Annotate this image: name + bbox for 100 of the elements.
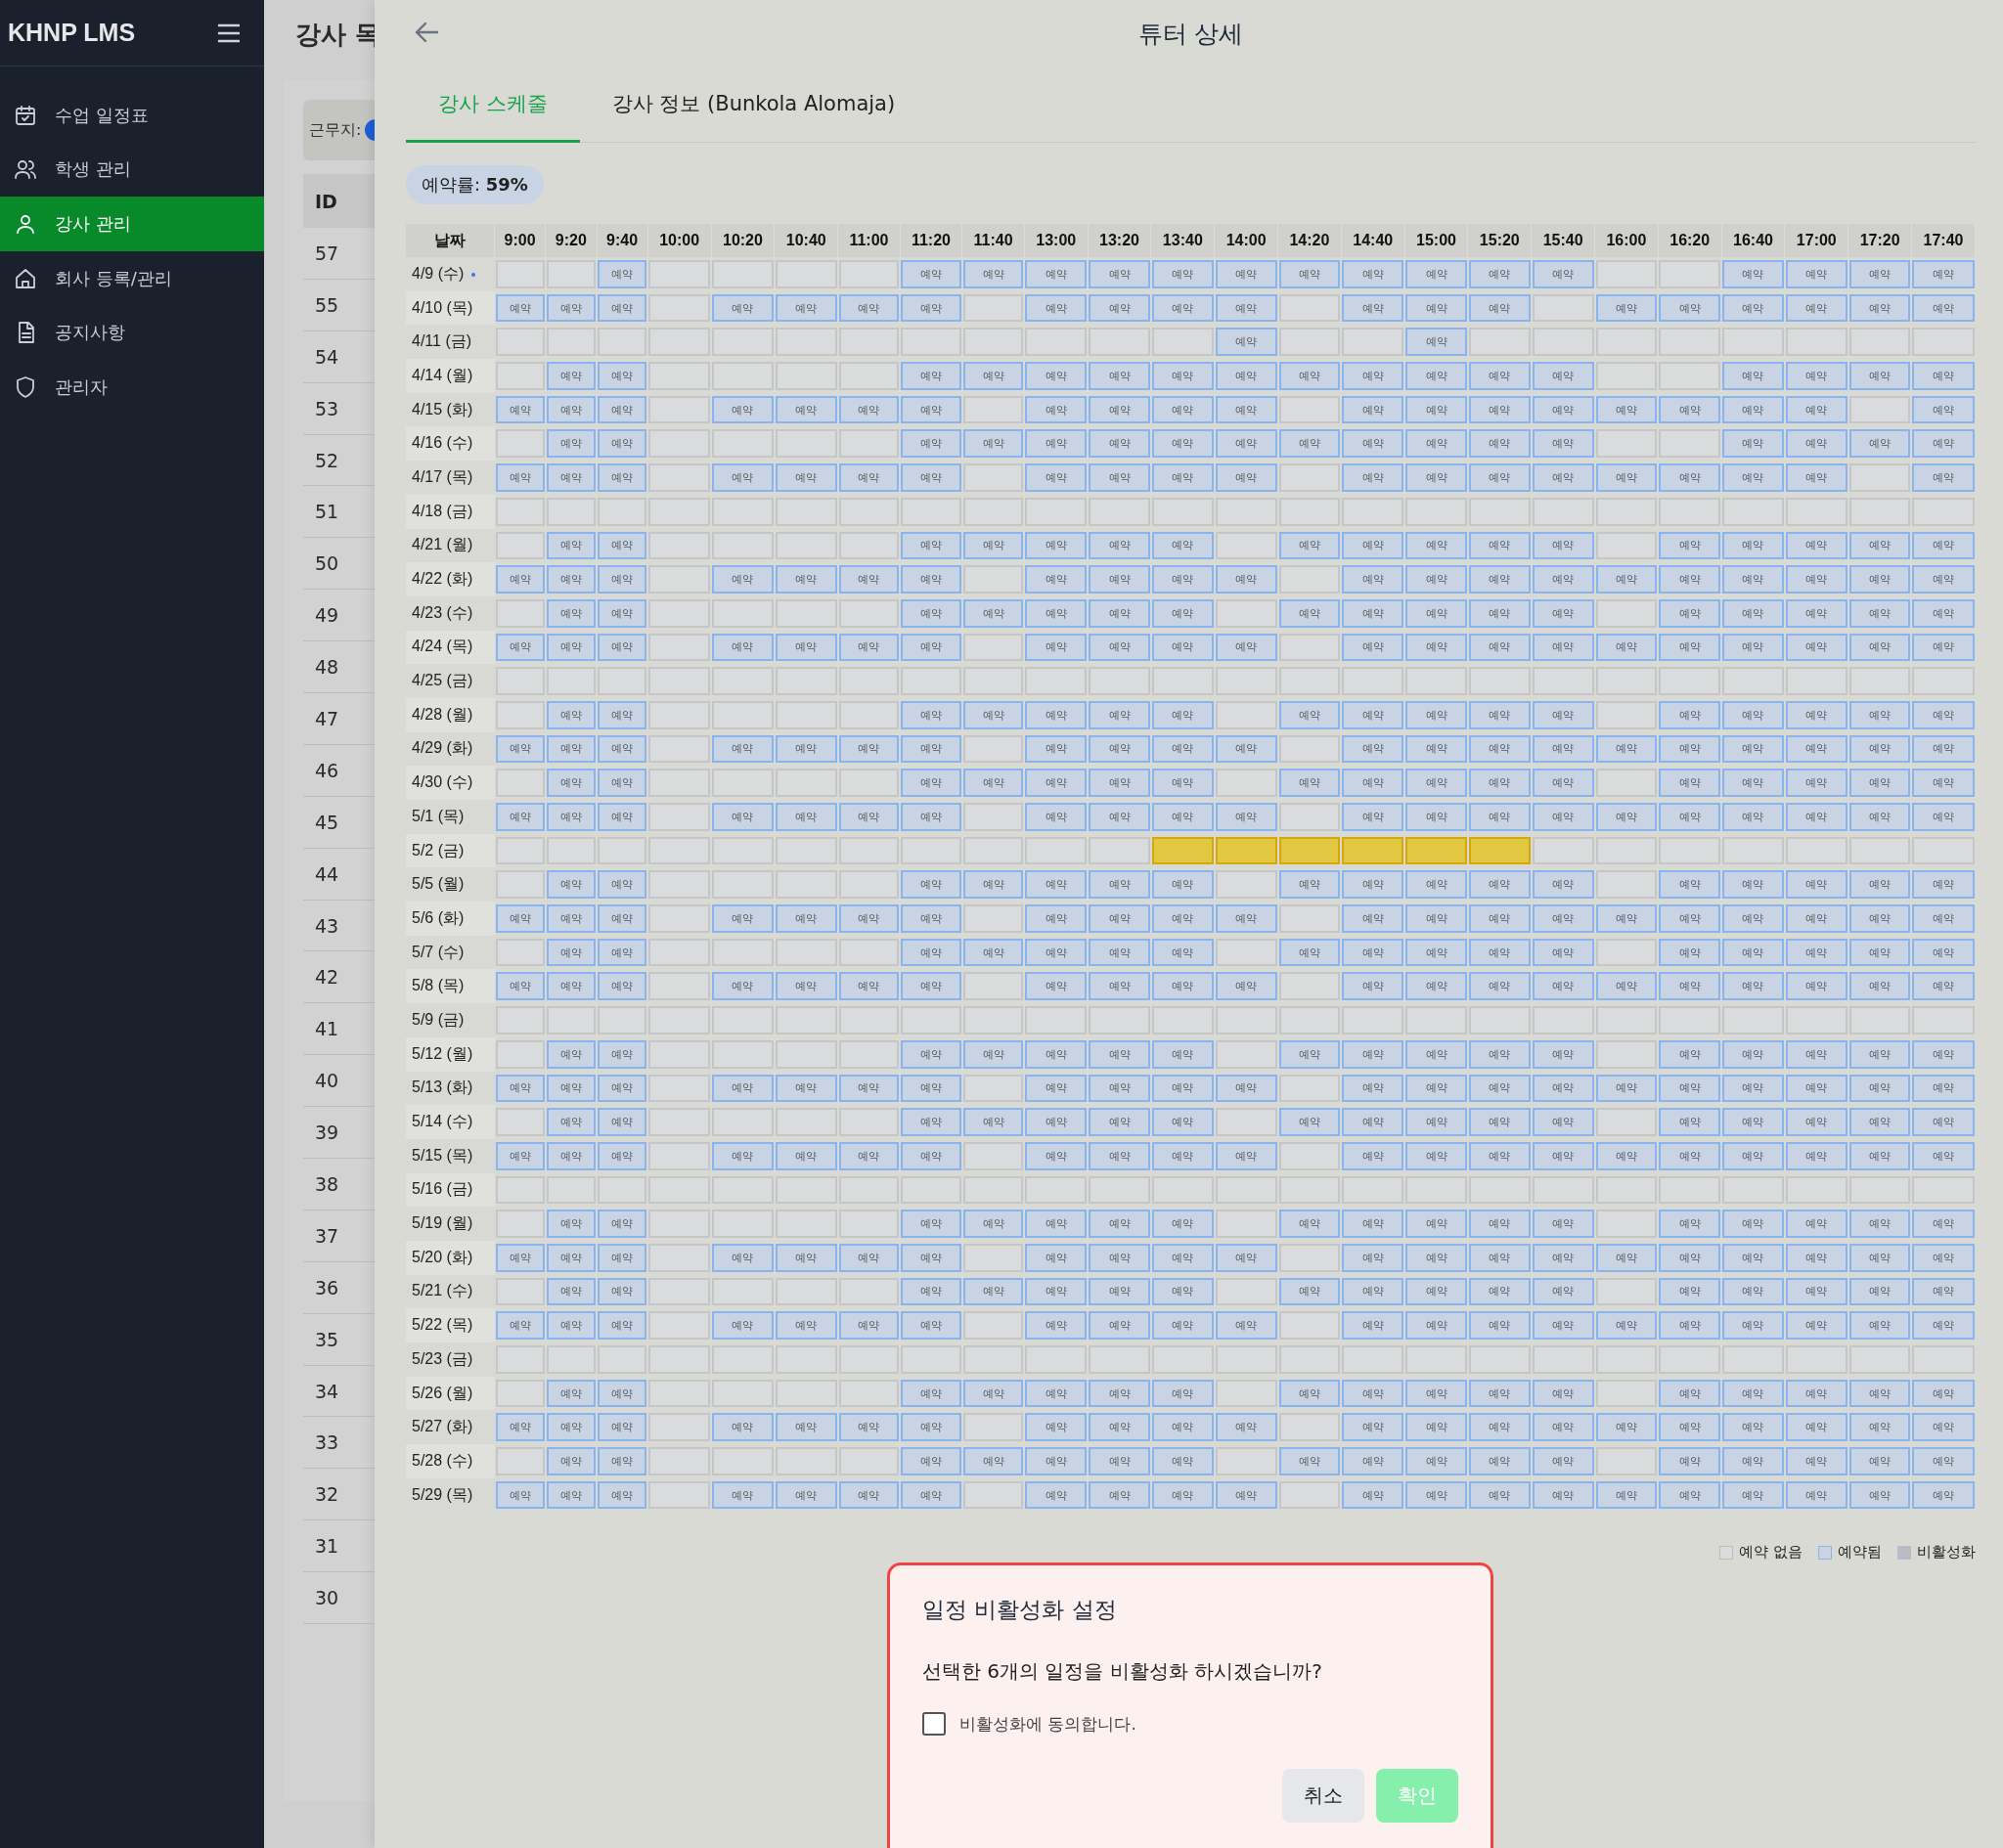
time-slot[interactable]: 예약	[1405, 429, 1467, 459]
time-slot[interactable]: 예약	[1595, 1074, 1658, 1103]
time-slot[interactable]: 예약	[495, 395, 545, 424]
time-slot[interactable]: 예약	[495, 463, 545, 492]
time-slot[interactable]: 예약	[1342, 293, 1404, 323]
time-slot[interactable]: 예약	[1151, 1413, 1214, 1442]
time-slot[interactable]: 예약	[1342, 565, 1404, 594]
time-slot[interactable]: 예약	[1342, 1108, 1404, 1136]
time-slot[interactable]: 예약	[1405, 1480, 1467, 1510]
time-slot[interactable]: 예약	[1468, 1210, 1531, 1238]
time-slot[interactable]: 예약	[775, 972, 837, 1001]
time-slot[interactable]: 예약	[546, 904, 596, 933]
time-slot[interactable]: 예약	[1215, 1074, 1277, 1103]
time-slot[interactable]: 예약	[901, 565, 961, 594]
time-slot[interactable]: 예약	[1785, 1277, 1847, 1306]
time-slot[interactable]: 예약	[901, 803, 961, 831]
time-slot[interactable]: 예약	[1151, 1311, 1214, 1340]
time-slot[interactable]: 예약	[1405, 972, 1467, 1001]
time-slot[interactable]: 예약	[1659, 463, 1721, 492]
time-slot[interactable]: 예약	[1025, 700, 1088, 729]
time-slot[interactable]: 예약	[1785, 700, 1847, 729]
time-slot[interactable]: 예약	[1912, 1210, 1975, 1238]
time-slot[interactable]: 예약	[1089, 803, 1150, 831]
time-slot[interactable]: 예약	[1215, 1413, 1277, 1442]
time-slot[interactable]: 예약	[1151, 1141, 1214, 1170]
time-slot[interactable]: 예약	[1405, 870, 1467, 900]
time-slot[interactable]: 예약	[1089, 1243, 1150, 1272]
time-slot[interactable]: 예약	[546, 1141, 596, 1170]
time-slot[interactable]: 예약	[1532, 463, 1594, 492]
time-slot[interactable]: 예약	[1595, 463, 1658, 492]
time-slot[interactable]: 예약	[838, 1480, 900, 1510]
time-slot[interactable]: 예약	[1089, 1480, 1150, 1510]
time-slot[interactable]: 예약	[1089, 395, 1150, 424]
time-slot[interactable]: 예약	[1532, 1108, 1594, 1136]
time-slot[interactable]: 예약	[962, 1108, 1024, 1136]
time-slot[interactable]: 예약	[1215, 1141, 1277, 1170]
time-slot[interactable]: 예약	[838, 803, 900, 831]
time-slot[interactable]: 예약	[1025, 1108, 1088, 1136]
time-slot[interactable]: 예약	[546, 769, 596, 797]
time-slot[interactable]: 예약	[1532, 1210, 1594, 1238]
time-slot[interactable]: 예약	[712, 1074, 774, 1103]
time-slot[interactable]: 예약	[1848, 1480, 1911, 1510]
time-slot[interactable]: 예약	[1722, 904, 1784, 933]
time-slot[interactable]: 예약	[1151, 463, 1214, 492]
time-slot[interactable]: 예약	[1342, 260, 1404, 288]
time-slot[interactable]: 예약	[1722, 1277, 1784, 1306]
time-slot[interactable]: 예약	[546, 870, 596, 900]
time-slot[interactable]: 예약	[1405, 260, 1467, 288]
time-slot[interactable]: 예약	[598, 803, 647, 831]
time-slot[interactable]: 예약	[1595, 1480, 1658, 1510]
time-slot[interactable]: 예약	[712, 1480, 774, 1510]
time-slot[interactable]: 예약	[1151, 531, 1214, 560]
time-slot[interactable]: 예약	[1151, 1277, 1214, 1306]
time-slot[interactable]: 예약	[546, 972, 596, 1001]
time-slot[interactable]: 예약	[1785, 1480, 1847, 1510]
time-slot[interactable]: 예약	[1151, 1074, 1214, 1103]
time-slot[interactable]: 예약	[1468, 598, 1531, 628]
time-slot[interactable]: 예약	[1785, 293, 1847, 323]
time-slot[interactable]: 예약	[901, 1210, 961, 1238]
time-slot[interactable]: 예약	[598, 1480, 647, 1510]
time-slot[interactable]: 예약	[1848, 1243, 1911, 1272]
time-slot[interactable]: 예약	[1659, 1277, 1721, 1306]
time-slot[interactable]: 예약	[546, 362, 596, 390]
time-slot[interactable]: 예약	[962, 362, 1024, 390]
time-slot[interactable]: 예약	[1215, 260, 1277, 288]
time-slot[interactable]: 예약	[1151, 633, 1214, 662]
time-slot[interactable]: 예약	[1025, 293, 1088, 323]
time-slot[interactable]: 예약	[1848, 633, 1911, 662]
time-slot[interactable]: 예약	[1468, 633, 1531, 662]
time-slot[interactable]: 예약	[1025, 803, 1088, 831]
time-slot[interactable]: 예약	[1785, 260, 1847, 288]
time-slot[interactable]: 예약	[1025, 1074, 1088, 1103]
time-slot[interactable]: 예약	[546, 1480, 596, 1510]
time-slot[interactable]: 예약	[1215, 1480, 1277, 1510]
time-slot[interactable]: 예약	[1151, 260, 1214, 288]
time-slot[interactable]: 예약	[838, 633, 900, 662]
time-slot[interactable]: 예약	[1405, 598, 1467, 628]
time-slot[interactable]: 예약	[1468, 803, 1531, 831]
time-slot[interactable]: 예약	[1848, 260, 1911, 288]
time-slot[interactable]: 예약	[901, 769, 961, 797]
time-slot[interactable]: 예약	[1912, 904, 1975, 933]
time-slot[interactable]: 예약	[546, 429, 596, 459]
time-slot[interactable]: 예약	[1659, 598, 1721, 628]
time-slot[interactable]: 예약	[901, 293, 961, 323]
time-slot[interactable]: 예약	[1025, 1277, 1088, 1306]
time-slot[interactable]: 예약	[1151, 1210, 1214, 1238]
time-slot[interactable]: 예약	[495, 293, 545, 323]
time-slot[interactable]: 예약	[495, 1074, 545, 1103]
time-slot[interactable]: 예약	[546, 1039, 596, 1069]
time-slot[interactable]: 예약	[1342, 1277, 1404, 1306]
time-slot[interactable]: 예약	[1278, 362, 1341, 390]
time-slot[interactable]: 예약	[1785, 1074, 1847, 1103]
time-slot[interactable]: 예약	[1405, 1277, 1467, 1306]
time-slot[interactable]: 예약	[598, 870, 647, 900]
time-slot[interactable]: 예약	[1342, 972, 1404, 1001]
time-slot[interactable]: 예약	[1342, 938, 1404, 967]
time-slot[interactable]: 예약	[1912, 463, 1975, 492]
time-slot[interactable]: 예약	[1532, 769, 1594, 797]
time-slot[interactable]: 예약	[1532, 1311, 1594, 1340]
time-slot[interactable]: 예약	[1785, 1141, 1847, 1170]
